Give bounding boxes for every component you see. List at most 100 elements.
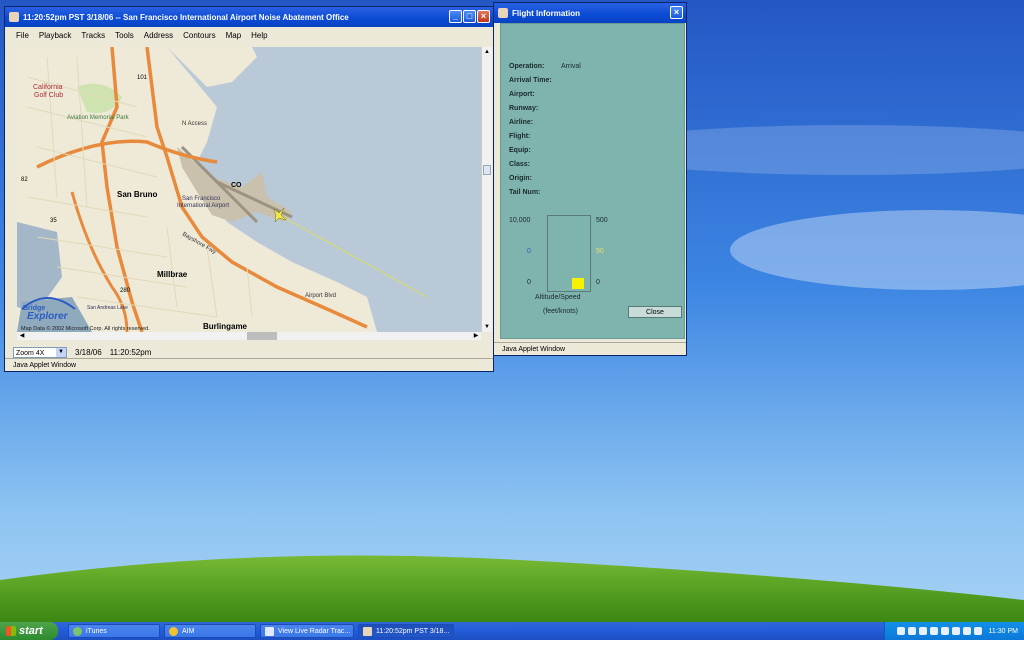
task-aim[interactable]: AIM: [164, 624, 256, 638]
scroll-up-arrow[interactable]: ▲: [483, 48, 491, 56]
map-label-burlingame: Burlingame: [203, 322, 248, 331]
task-radar[interactable]: View Live Radar Trac...: [260, 624, 354, 638]
field-label-runway: Runway:: [509, 105, 539, 112]
java-icon: [9, 12, 19, 22]
map-label-aviation-park: Aviation Memorial Park: [67, 115, 130, 121]
menu-tools[interactable]: Tools: [110, 29, 139, 43]
map-label-golf-club: Golf Club: [34, 92, 63, 99]
start-button[interactable]: start: [0, 622, 58, 640]
task-radar-label: View Live Radar Trac...: [278, 627, 351, 635]
map-label-co: CO: [231, 182, 242, 189]
speed-min: 0: [596, 279, 600, 286]
map-label-millbrae: Millbrae: [157, 270, 188, 279]
field-value-operation: Arrival: [561, 63, 581, 70]
field-label-arrival-time: Arrival Time:: [509, 77, 552, 84]
map-label-sfo-1: San Francisco: [182, 196, 221, 202]
map-label-california: California: [33, 84, 63, 91]
menubar: File Playback Tracks Tools Address Conto…: [11, 29, 493, 43]
menu-playback[interactable]: Playback: [34, 29, 76, 43]
windows-flag-icon: [6, 626, 16, 636]
flight-info-title: Flight Information: [512, 8, 580, 18]
map-shield-280: 280: [120, 288, 131, 294]
scroll-left-arrow[interactable]: ◀: [18, 332, 26, 340]
minimize-button[interactable]: _: [449, 10, 462, 23]
map-label-sfo-2: International Airport: [177, 203, 229, 209]
speed-current: 90: [596, 248, 604, 255]
menu-map[interactable]: Map: [221, 29, 247, 43]
zoom-value: Zoom 4X: [16, 349, 45, 357]
browser-icon: [265, 626, 274, 636]
maximize-button[interactable]: □: [463, 10, 476, 23]
field-label-tail-num: Tail Num:: [509, 189, 541, 196]
system-tray: 11:30 PM: [884, 622, 1024, 640]
help-icon[interactable]: [918, 627, 927, 635]
map-label-san-bruno: San Bruno: [117, 190, 158, 199]
menu-help[interactable]: Help: [246, 29, 272, 43]
main-statusbar: Java Applet Window: [5, 358, 493, 371]
vertical-scroll-thumb[interactable]: [483, 165, 491, 175]
aim-icon: [169, 626, 178, 636]
playback-status: Zoom 4X ▼ 3/18/06 11:20:52pm: [13, 346, 151, 358]
map-view[interactable]: California Golf Club Aviation Memorial P…: [17, 47, 481, 332]
map-horizontal-scrollbar[interactable]: ◀ ▶: [17, 332, 481, 340]
flight-info-panel: Operation: Arrival Arrival Time: Airport…: [500, 23, 685, 339]
scroll-right-arrow[interactable]: ▶: [472, 332, 480, 340]
main-window-titlebar[interactable]: 11:20:52pm PST 3/18/06 -- San Francisco …: [5, 7, 493, 27]
volume-icon[interactable]: [940, 627, 949, 635]
map-shield-101: 101: [137, 75, 148, 81]
menu-address[interactable]: Address: [139, 29, 178, 43]
altitude-current: 0: [527, 248, 531, 255]
java-icon: [498, 8, 508, 18]
altitude-max: 10,000: [509, 217, 531, 224]
messenger-icon[interactable]: [962, 627, 971, 635]
start-label: start: [19, 625, 43, 637]
status-time: 11:20:52pm: [109, 347, 152, 357]
field-label-operation: Operation:: [509, 63, 545, 70]
field-label-equip: Equip:: [509, 147, 531, 154]
task-itunes[interactable]: iTunes: [68, 624, 160, 638]
altitude-speed-gauge: [547, 215, 591, 292]
java-icon: [363, 626, 372, 636]
main-window: 11:20:52pm PST 3/18/06 -- San Francisco …: [4, 6, 494, 372]
display-icon[interactable]: [907, 627, 916, 635]
close-flight-info-button[interactable]: Close: [628, 306, 682, 318]
main-window-title: 11:20:52pm PST 3/18/06 -- San Francisco …: [23, 12, 349, 22]
speed-max: 500: [596, 217, 608, 224]
map-label-airport-blvd: Airport Blvd: [305, 293, 336, 299]
menu-file[interactable]: File: [11, 29, 34, 43]
map-shield-35: 35: [50, 218, 57, 224]
update-icon[interactable]: [973, 627, 982, 635]
task-aim-label: AIM: [182, 627, 195, 635]
task-noise-app[interactable]: 11:20:52pm PST 3/18...: [358, 624, 454, 638]
taskbar: start iTunes AIM View Live Radar Trac...…: [0, 622, 1024, 640]
itunes-icon: [73, 626, 82, 636]
security-icon[interactable]: [951, 627, 960, 635]
speed-marker: [572, 278, 584, 289]
field-label-origin: Origin:: [509, 175, 532, 182]
field-label-airport: Airport:: [509, 91, 535, 98]
status-date: 3/18/06: [75, 347, 102, 357]
horizontal-scroll-thumb[interactable]: [247, 332, 277, 340]
flight-statusbar: Java Applet Window: [494, 342, 686, 355]
flight-info-titlebar[interactable]: Flight Information: [494, 3, 686, 23]
antivirus-icon[interactable]: [929, 627, 938, 635]
flight-info-window: Flight Information × Operation: Arrival …: [493, 2, 687, 356]
flight-close-x-button[interactable]: ×: [670, 6, 683, 19]
menu-tracks[interactable]: Tracks: [76, 29, 110, 43]
scroll-down-arrow[interactable]: ▼: [483, 323, 491, 331]
field-label-class: Class:: [509, 161, 531, 168]
menu-contours[interactable]: Contours: [178, 29, 220, 43]
clock[interactable]: 11:30 PM: [989, 628, 1018, 635]
map-shield-82: 82: [21, 177, 28, 183]
network-icon[interactable]: [896, 627, 905, 635]
gauge-caption: Altitude/Speed: [535, 294, 581, 301]
field-label-airline: Airline:: [509, 119, 534, 126]
map-label-san-andreas: San Andreas Lake: [87, 305, 128, 311]
close-button[interactable]: ×: [477, 10, 490, 23]
map-canvas: California Golf Club Aviation Memorial P…: [17, 47, 428, 332]
zoom-select[interactable]: Zoom 4X ▼: [13, 346, 67, 358]
task-itunes-label: iTunes: [86, 627, 107, 635]
chevron-down-icon[interactable]: ▼: [56, 347, 66, 357]
map-label-n-access: N Access: [182, 121, 207, 127]
map-vertical-scrollbar[interactable]: ▲ ▼: [481, 47, 492, 332]
